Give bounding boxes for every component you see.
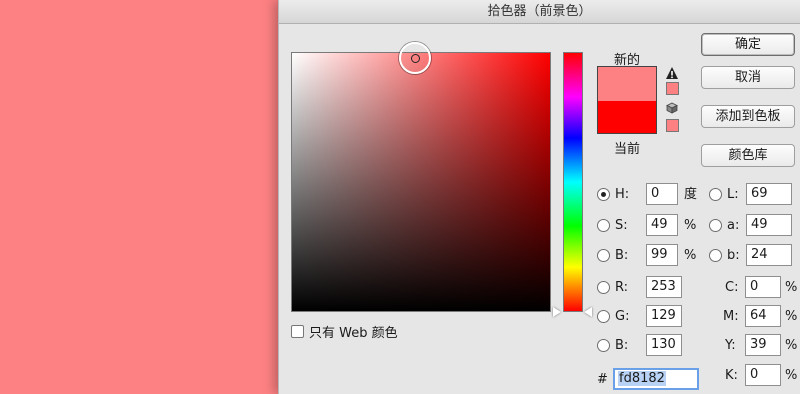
hue-label: H: — [615, 187, 630, 202]
web-safe-cube-icon[interactable] — [666, 102, 678, 114]
new-color-swatch — [598, 67, 656, 101]
lab-a-input[interactable]: 49 — [746, 214, 792, 236]
add-to-swatches-button[interactable]: 添加到色板 — [701, 105, 795, 128]
ok-button[interactable]: 确定 — [701, 33, 795, 56]
red-label: R: — [615, 280, 629, 295]
lab-l-label: L: — [727, 187, 739, 202]
saturation-radio[interactable] — [597, 219, 610, 232]
brightness-radio[interactable] — [597, 249, 610, 262]
hue-slider-right-arrow-icon[interactable] — [584, 307, 592, 317]
saturation-input[interactable]: 49 — [646, 214, 678, 236]
hue-input[interactable]: 0 — [646, 183, 678, 205]
out-of-gamut-warning-icon[interactable] — [665, 66, 679, 80]
blue-radio[interactable] — [597, 339, 610, 352]
yellow-input[interactable]: 39 — [745, 334, 781, 356]
blue-label: B: — [615, 338, 629, 353]
yellow-label: Y: — [725, 338, 736, 353]
saturation-unit: % — [684, 218, 697, 233]
saturation-label: S: — [615, 218, 628, 233]
red-input[interactable]: 253 — [646, 276, 682, 298]
green-radio[interactable] — [597, 310, 610, 323]
hue-slider-left-arrow-icon[interactable] — [553, 307, 561, 317]
gamut-warning-swatch[interactable] — [666, 82, 679, 95]
cancel-button[interactable]: 取消 — [701, 66, 795, 89]
black-unit: % — [785, 368, 798, 383]
hex-input[interactable]: fd8182 — [613, 368, 699, 390]
web-only-label: 只有 Web 颜色 — [309, 326, 398, 341]
color-libraries-button[interactable]: 颜色库 — [701, 144, 795, 167]
web-safe-swatch[interactable] — [666, 119, 679, 132]
red-radio[interactable] — [597, 281, 610, 294]
magenta-unit: % — [785, 309, 798, 324]
web-only-checkbox[interactable] — [291, 325, 304, 338]
cyan-input[interactable]: 0 — [745, 276, 781, 298]
green-label: G: — [615, 309, 630, 324]
lab-b-label: b: — [727, 248, 740, 263]
color-picker-ring[interactable] — [399, 42, 431, 74]
magenta-label: M: — [723, 309, 739, 324]
current-color-swatch[interactable] — [598, 101, 656, 133]
hex-value: fd8182 — [618, 371, 666, 386]
black-label: K: — [725, 368, 738, 383]
dialog-title: 拾色器（前景色） — [279, 0, 800, 24]
color-comparison-swatch — [597, 66, 657, 134]
hue-slider[interactable] — [563, 52, 583, 312]
magenta-input[interactable]: 64 — [745, 305, 781, 327]
color-picker-dialog: 拾色器（前景色） 只有 Web 颜色 新的 当前 确定 取消 添加到色板 颜色库… — [278, 0, 800, 394]
lab-a-radio[interactable] — [709, 219, 722, 232]
brightness-label: B: — [615, 248, 629, 263]
cyan-label: C: — [725, 280, 739, 295]
lab-b-radio[interactable] — [709, 249, 722, 262]
brightness-unit: % — [684, 248, 697, 263]
green-input[interactable]: 129 — [646, 305, 682, 327]
document-canvas — [0, 0, 278, 394]
hex-prefix: # — [597, 372, 608, 387]
lab-l-input[interactable]: 69 — [746, 183, 792, 205]
lab-l-radio[interactable] — [709, 188, 722, 201]
cyan-unit: % — [785, 280, 798, 295]
saturation-brightness-field[interactable] — [291, 52, 551, 312]
web-only-option[interactable]: 只有 Web 颜色 — [291, 322, 398, 341]
hue-radio[interactable] — [597, 188, 610, 201]
lab-a-label: a: — [727, 218, 740, 233]
blue-input[interactable]: 130 — [646, 334, 682, 356]
brightness-input[interactable]: 99 — [646, 244, 678, 266]
black-input[interactable]: 0 — [745, 364, 781, 386]
hue-unit: 度 — [684, 187, 698, 202]
lab-b-input[interactable]: 24 — [746, 244, 792, 266]
yellow-unit: % — [785, 338, 798, 353]
current-color-label: 当前 — [613, 142, 640, 157]
